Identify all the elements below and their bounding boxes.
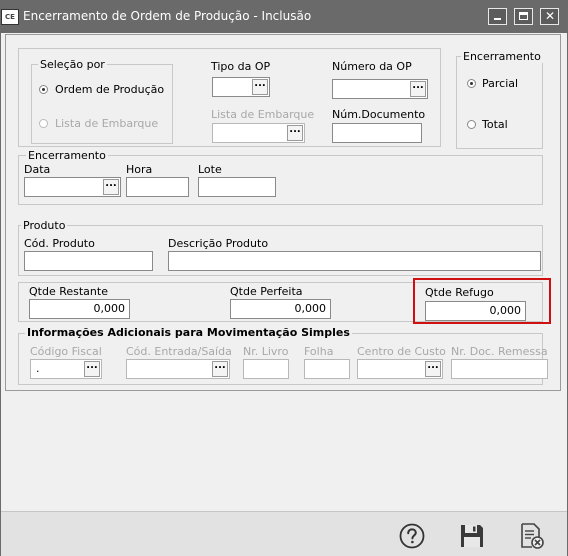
save-icon bbox=[461, 525, 483, 547]
main-window: CE Encerramento de Ordem de Produção - I… bbox=[0, 0, 568, 556]
folha-label: Folha bbox=[304, 345, 334, 358]
centro-custo-lookup-button[interactable]: ... bbox=[425, 361, 441, 377]
lista-embarque-label: Lista de Embarque bbox=[211, 108, 315, 121]
codigo-produto-field[interactable] bbox=[24, 251, 153, 271]
descricao-produto-field[interactable] bbox=[168, 251, 541, 271]
cancel-document-icon bbox=[521, 523, 544, 549]
encerramento-tipo-title: Encerramento bbox=[461, 50, 543, 63]
selecao-group bbox=[31, 64, 173, 144]
codigo-produto-label: Cód. Produto bbox=[24, 237, 95, 250]
cod-entrada-saida-field[interactable]: ... bbox=[126, 359, 230, 379]
title-bar[interactable]: CE Encerramento de Ordem de Produção - I… bbox=[1, 1, 567, 33]
num-documento-field[interactable] bbox=[332, 123, 422, 143]
selecao-title: Seleção por bbox=[38, 58, 107, 71]
footer-toolbar bbox=[1, 511, 567, 556]
nr-doc-remessa-label: Nr. Doc. Remessa bbox=[451, 345, 548, 358]
numero-op-label: Número da OP bbox=[332, 60, 412, 73]
tipo-op-label: Tipo da OP bbox=[211, 60, 271, 73]
radio-label-ordem-producao: Ordem de Produção bbox=[55, 83, 165, 96]
centro-custo-field[interactable]: ... bbox=[357, 359, 443, 379]
encerramento-title: Encerramento bbox=[26, 149, 108, 162]
nr-doc-remessa-field[interactable] bbox=[451, 359, 548, 379]
qtde-perfeita-field[interactable]: 0,000 bbox=[230, 299, 331, 319]
lote-field[interactable] bbox=[198, 177, 276, 197]
data-calendar-button[interactable]: ... bbox=[103, 179, 119, 195]
lista-embarque-field[interactable]: ... bbox=[212, 123, 305, 143]
close-icon: ✕ bbox=[545, 9, 556, 23]
lista-embarque-lookup-button[interactable]: ... bbox=[287, 125, 303, 141]
codigo-fiscal-lookup-button[interactable]: ... bbox=[84, 361, 100, 377]
minimize-button[interactable] bbox=[488, 8, 507, 25]
radio-ordem-producao[interactable] bbox=[39, 85, 48, 94]
lote-label: Lote bbox=[198, 163, 222, 176]
radio-lista-embarque[interactable] bbox=[39, 119, 48, 128]
encerramento-tipo-group bbox=[456, 56, 543, 149]
minimize-icon bbox=[494, 18, 501, 20]
cod-entrada-saida-label: Cód. Entrada/Saída bbox=[126, 345, 232, 358]
codigo-fiscal-label: Código Fiscal bbox=[30, 345, 102, 358]
hora-field[interactable] bbox=[126, 177, 189, 197]
help-icon bbox=[399, 523, 425, 549]
folha-field[interactable] bbox=[304, 359, 350, 379]
radio-total[interactable] bbox=[467, 120, 476, 129]
numero-op-field[interactable]: ... bbox=[332, 79, 428, 99]
centro-custo-label: Centro de Custo bbox=[357, 345, 446, 358]
nr-livro-field[interactable] bbox=[243, 359, 289, 379]
radio-label-total: Total bbox=[482, 118, 508, 131]
qtde-restante-label: Qtde Restante bbox=[29, 285, 108, 298]
qtde-perfeita-label: Qtde Perfeita bbox=[230, 285, 303, 298]
hora-label: Hora bbox=[126, 163, 153, 176]
numero-op-lookup-button[interactable]: ... bbox=[410, 81, 426, 97]
maximize-icon bbox=[519, 12, 528, 20]
save-button[interactable] bbox=[459, 523, 485, 549]
cod-entrada-saida-lookup-button[interactable]: ... bbox=[212, 361, 228, 377]
app-icon: CE bbox=[1, 9, 19, 25]
info-adicionais-title: Informações Adicionais para Movimentação… bbox=[25, 326, 352, 339]
qtde-refugo-highlight bbox=[413, 278, 551, 324]
codigo-fiscal-field[interactable]: . ... bbox=[30, 359, 102, 379]
window-title: Encerramento de Ordem de Produção - Incl… bbox=[23, 9, 312, 23]
radio-label-lista-embarque: Lista de Embarque bbox=[55, 117, 159, 130]
tipo-op-field[interactable]: ... bbox=[212, 77, 270, 97]
maximize-button[interactable] bbox=[514, 8, 533, 25]
radio-label-parcial: Parcial bbox=[482, 77, 519, 90]
close-button[interactable]: ✕ bbox=[540, 8, 559, 25]
help-button[interactable] bbox=[399, 523, 425, 549]
tipo-op-lookup-button[interactable]: ... bbox=[252, 79, 268, 95]
cancel-document-button[interactable] bbox=[519, 523, 545, 549]
qtde-restante-field[interactable]: 0,000 bbox=[29, 299, 130, 319]
data-field[interactable]: ... bbox=[24, 177, 121, 197]
radio-parcial[interactable] bbox=[467, 79, 476, 88]
descricao-produto-label: Descrição Produto bbox=[168, 237, 269, 250]
data-label: Data bbox=[24, 163, 51, 176]
num-documento-label: Núm.Documento bbox=[332, 108, 426, 121]
nr-livro-label: Nr. Livro bbox=[243, 345, 289, 358]
produto-title: Produto bbox=[21, 219, 68, 232]
